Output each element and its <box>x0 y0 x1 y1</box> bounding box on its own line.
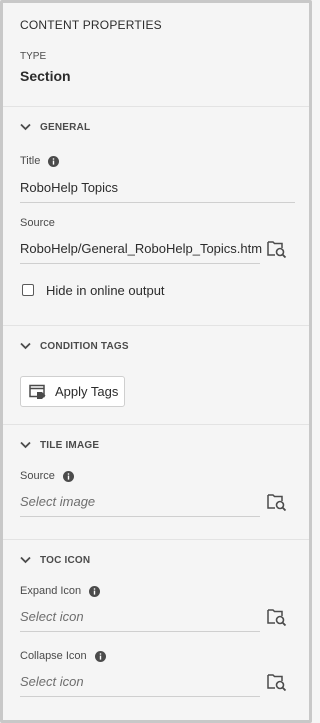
source-input[interactable]: RoboHelp/General_RoboHelp_Topics.htm <box>20 234 287 264</box>
title-input-value: RoboHelp Topics <box>20 180 119 195</box>
toc-icon-section: TOC ICON Expand Icon Select icon Collaps… <box>3 540 309 697</box>
collapse-icon-label-text: Collapse Icon <box>20 650 87 662</box>
info-icon[interactable] <box>94 650 106 662</box>
apply-tags-button[interactable]: Apply Tags <box>20 376 125 407</box>
condition-tags-section-title: CONDITION TAGS <box>40 340 129 352</box>
type-label: TYPE <box>20 51 47 62</box>
tile-source-placeholder: Select image <box>20 494 96 509</box>
condition-tags-section-header[interactable]: CONDITION TAGS <box>3 326 309 366</box>
tile-source-label-text: Source <box>20 470 55 482</box>
chevron-down-icon <box>20 556 31 564</box>
content-properties-panel: CONTENT PROPERTIES TYPE Section GENERAL … <box>0 0 312 723</box>
collapse-icon-field-label: Collapse Icon <box>3 650 309 662</box>
condition-tags-section: CONDITION TAGS Apply Tags <box>3 326 309 425</box>
tile-source-field-label: Source <box>3 470 309 482</box>
expand-icon-placeholder: Select icon <box>20 609 84 624</box>
general-section-title: GENERAL <box>40 121 91 133</box>
title-label-text: Title <box>20 155 41 167</box>
tile-image-section-header[interactable]: TILE IMAGE <box>3 425 309 465</box>
chevron-down-icon <box>20 441 31 449</box>
expand-icon-input[interactable]: Select icon <box>20 602 287 632</box>
info-icon[interactable] <box>89 585 101 597</box>
source-input-value: RoboHelp/General_RoboHelp_Topics.htm <box>20 241 263 256</box>
toc-icon-section-title: TOC ICON <box>40 554 91 566</box>
collapse-icon-input[interactable]: Select icon <box>20 667 287 697</box>
collapse-icon-placeholder: Select icon <box>20 674 84 689</box>
browse-folder-icon[interactable] <box>267 240 287 258</box>
tile-image-section: TILE IMAGE Source Select image <box>3 425 309 540</box>
source-field-label: Source <box>3 217 309 229</box>
panel-header: CONTENT PROPERTIES TYPE Section <box>3 3 309 107</box>
tile-image-section-title: TILE IMAGE <box>40 439 100 451</box>
browse-folder-icon[interactable] <box>267 608 287 626</box>
title-input[interactable]: RoboHelp Topics <box>20 173 295 203</box>
chevron-down-icon <box>20 123 31 131</box>
apply-tags-icon <box>29 384 47 400</box>
apply-tags-label: Apply Tags <box>55 384 119 399</box>
browse-folder-icon[interactable] <box>267 493 287 511</box>
toc-icon-section-header[interactable]: TOC ICON <box>3 540 309 580</box>
hide-online-label: Hide in online output <box>46 282 165 298</box>
panel-title: CONTENT PROPERTIES <box>20 18 162 32</box>
info-icon[interactable] <box>62 470 74 482</box>
hide-online-checkbox[interactable] <box>22 284 34 296</box>
general-section-header[interactable]: GENERAL <box>3 107 309 147</box>
source-label-text: Source <box>20 217 55 229</box>
tile-source-input[interactable]: Select image <box>20 487 287 517</box>
type-value: Section <box>20 68 71 84</box>
info-icon[interactable] <box>48 155 60 167</box>
general-section: GENERAL Title RoboHelp Topics Source Rob… <box>3 107 309 326</box>
browse-folder-icon[interactable] <box>267 673 287 691</box>
expand-icon-field-label: Expand Icon <box>3 585 309 597</box>
title-field-label: Title <box>3 155 309 167</box>
expand-icon-label-text: Expand Icon <box>20 585 82 597</box>
hide-online-row: Hide in online output <box>3 278 309 302</box>
chevron-down-icon <box>20 342 31 350</box>
